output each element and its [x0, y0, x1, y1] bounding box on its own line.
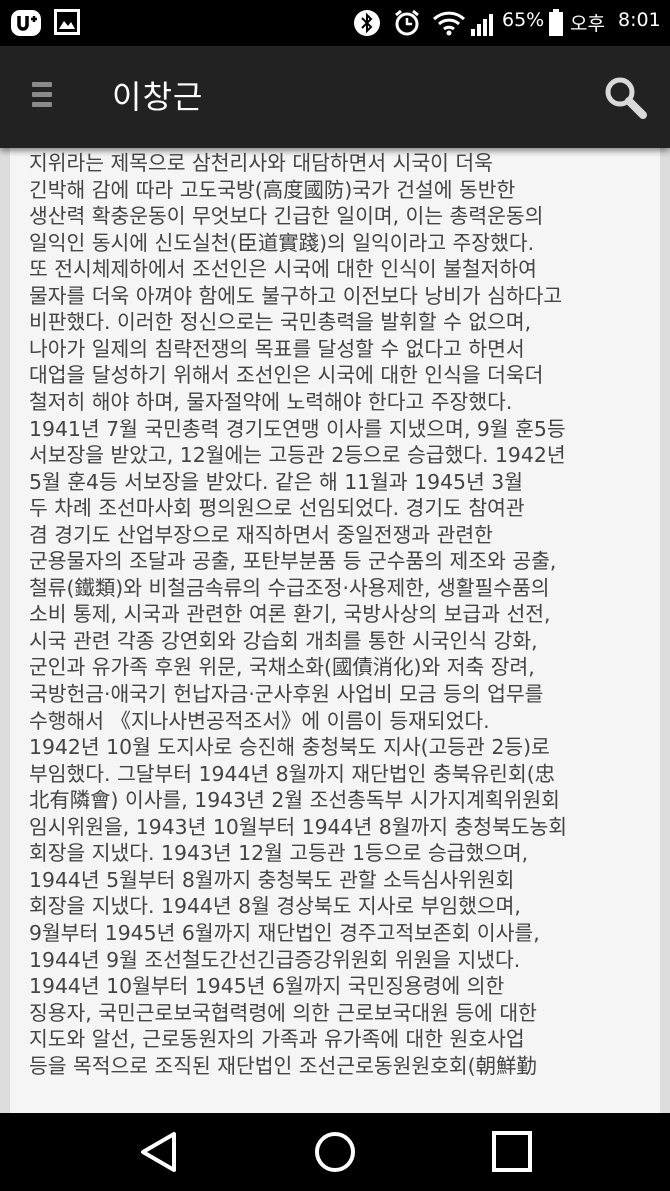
article-line: 비판했다. 이러한 정신으로는 국민총력을 발휘할 수 없으며,: [29, 310, 532, 335]
article-line: 지도와 알선, 근로동원자의 가족과 유가족에 대한 원호사업: [29, 1027, 525, 1052]
article-line: 5월 훈4등 서보장을 받았다. 같은 해 11월과 1945년 3월: [29, 469, 524, 494]
article-line: 일익인 동시에 신도실천(臣道實踐)의 일익이라고 주장했다.: [29, 230, 535, 255]
article-line: 물자를 더욱 아껴야 함에도 불구하고 이전보다 낭비가 심하다고: [29, 283, 563, 308]
clock-ampm: 오후: [570, 13, 605, 35]
article-line: 수행해서 《지나사변공적조서》에 이름이 등재되었다.: [29, 708, 490, 733]
article-line: 나아가 일제의 침략전쟁의 목표를 달성할 수 없다고 하면서: [29, 336, 525, 361]
article-line: 지위라는 제목으로 삼천리사와 대담하면서 시국이 더욱: [29, 151, 493, 175]
article-line: 1942년 10월 도지사로 승진해 충청북도 지사(고등관 2등)로: [29, 735, 550, 760]
signal-icon: [471, 14, 493, 36]
gallery-icon: [54, 9, 80, 35]
article-line: 생산력 확충운동이 무엇보다 긴급한 일이며, 이는 총력운동의: [29, 204, 544, 229]
article-line: 부임했다. 그달부터 1944년 8월까지 재단법인 충북유린회(忠: [29, 761, 556, 786]
article-line: 두 차례 조선마사회 평의원으로 선임되었다. 경기도 참여관: [29, 496, 525, 521]
u-plus-logo-icon: [11, 10, 41, 36]
article-content[interactable]: 지위라는 제목으로 삼천리사와 대담하면서 시국이 더욱 긴박해 감에 따라 고도…: [10, 148, 660, 1113]
article-line: 서보장을 받았고, 12월에는 고등관 2등으로 승급했다. 1942년: [29, 443, 566, 468]
article-line: 등을 목적으로 조직된 재단법인 조선근로동원원호회(朝鮮勤: [29, 1053, 537, 1078]
article-line: 1944년 10월부터 1945년 6월까지 국민징용령에 의한: [29, 974, 505, 999]
article-line: 9월부터 1945년 6월까지 재단법인 경주고적보존회 이사를,: [29, 920, 540, 945]
article-line: 군용물자의 조달과 공출, 포탄부분품 등 군수품의 제조와 공출,: [29, 549, 557, 574]
article-line: 회장을 지냈다. 1943년 12월 고등관 1등으로 승급했으며,: [29, 841, 529, 866]
article-line: 임시위원을, 1943년 10월부터 1944년 8월까지 충청북도농회: [29, 814, 568, 839]
navigation-bar: [0, 1113, 670, 1191]
status-bar: 65% 오후 8:01: [0, 0, 670, 46]
home-circle-icon[interactable]: [310, 1129, 360, 1175]
article-line: 겸 경기도 산업부장으로 재직하면서 중일전쟁과 관련한: [29, 522, 493, 547]
back-triangle-icon[interactable]: [134, 1129, 184, 1175]
article-line: 긴박해 감에 따라 고도국방(高度國防)국가 건설에 동반한: [29, 177, 516, 202]
article-line: 1941년 7월 국민총력 경기도연맹 이사를 지냈으며, 9월 훈5등: [29, 416, 566, 441]
app-bar: 이창근: [0, 46, 670, 148]
article-line: 1944년 9월 조선철도간선긴급증강위원회 위원을 지냈다.: [29, 947, 521, 972]
battery-icon: [549, 9, 563, 36]
clock-time: 8:01: [618, 9, 661, 31]
battery-percent: 65%: [502, 9, 545, 31]
article-line: 국방헌금·애국기 헌납자금·군사후원 사업비 모금 등의 업무를: [29, 682, 544, 706]
hamburger-menu-icon[interactable]: [28, 82, 58, 112]
article-line: 회장을 지냈다. 1944년 8월 경상북도 지사로 부임했으며,: [29, 894, 521, 919]
recents-square-icon[interactable]: [487, 1129, 537, 1175]
search-icon[interactable]: [600, 74, 650, 120]
article-line: 또 전시체제하에서 조선인은 시국에 대한 인식이 불철저하여: [29, 257, 537, 282]
wifi-icon: [432, 11, 466, 36]
article-line: 소비 통제, 시국과 관련한 여론 환기, 국방사상의 보급과 선전,: [29, 602, 551, 627]
article-line: 대업을 달성하기 위해서 조선인은 시국에 대한 인식을 더욱더: [29, 363, 544, 388]
article-line: 철저히 해야 하며, 물자절약에 노력해야 한다고 주장했다.: [29, 389, 513, 414]
article-line: 군인과 유가족 후원 위문, 국채소화(國債消化)와 저축 장려,: [29, 655, 535, 680]
article-line: 1944년 5월부터 8월까지 충청북도 관할 소득심사위원회: [29, 867, 515, 892]
article-line: 철류(鐵類)와 비철금속류의 수급조정·사용제한, 생활필수품의: [29, 575, 550, 600]
page-title: 이창근: [112, 78, 204, 116]
article-line: 시국 관련 각종 강연회와 강습회 개최를 통한 시국인식 강화,: [29, 628, 538, 653]
article-line: 北有隣會) 이사를, 1943년 2월 조선총독부 시가지계획위원회: [29, 788, 560, 813]
alarm-icon: [395, 9, 419, 36]
bluetooth-icon: [354, 10, 380, 36]
article-line: 징용자, 국민근로보국협력령에 의한 근로보국대원 등에 대한: [29, 1000, 537, 1025]
